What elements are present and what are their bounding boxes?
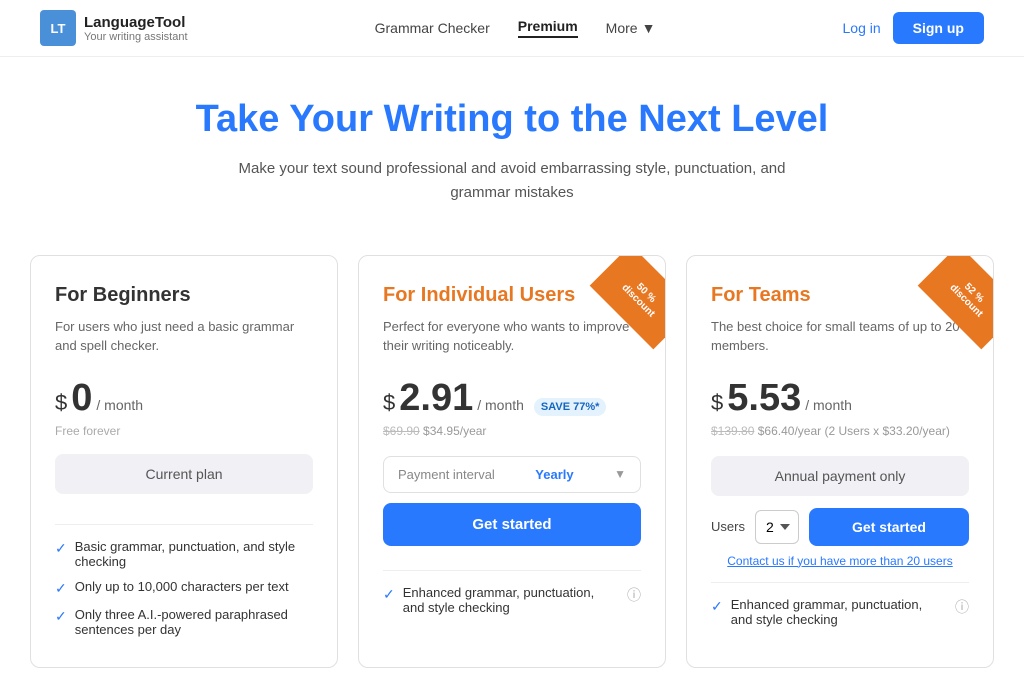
payment-interval-selector[interactable]: Payment interval Yearly ▼ xyxy=(383,456,641,493)
hero-subtitle: Make your text sound professional and av… xyxy=(222,157,802,205)
users-row: Users 2 3 4 5 Get started xyxy=(711,508,969,546)
price-old-individual: $69.90 xyxy=(383,424,420,438)
nav-more[interactable]: More ▼ xyxy=(606,20,656,36)
card-individual-desc: Perfect for everyone who wants to improv… xyxy=(383,317,641,359)
chevron-down-icon: ▼ xyxy=(614,467,626,481)
features-teams: ✓ Enhanced grammar, punctuation, and sty… xyxy=(711,597,969,627)
logo-name: LanguageTool xyxy=(84,14,188,31)
card-teams: 52 % discount For Teams The best choice … xyxy=(686,255,994,668)
info-icon[interactable]: ⓘ xyxy=(627,585,641,605)
feature-text: Basic grammar, punctuation, and style ch… xyxy=(75,539,313,569)
price-amount-beginners: 0 xyxy=(71,377,92,420)
features-individual: ✓ Enhanced grammar, punctuation, and sty… xyxy=(383,585,641,615)
card-beginners-title: For Beginners xyxy=(55,284,313,307)
check-icon: ✓ xyxy=(383,586,395,603)
hero-title: Take Your Writing to the Next Level xyxy=(20,97,1004,143)
price-sub-beginners: Free forever xyxy=(55,424,313,438)
nav-grammar-checker[interactable]: Grammar Checker xyxy=(375,20,490,36)
users-select[interactable]: 2 3 4 5 xyxy=(755,510,799,544)
get-started-teams-button[interactable]: Get started xyxy=(809,508,969,546)
divider xyxy=(55,524,313,525)
features-beginners: ✓ Basic grammar, punctuation, and style … xyxy=(55,539,313,637)
price-sub-individual: $69.90 $34.95/year xyxy=(383,424,641,438)
card-beginners-desc: For users who just need a basic grammar … xyxy=(55,317,313,359)
logo-text: LanguageTool Your writing assistant xyxy=(84,14,188,43)
check-icon: ✓ xyxy=(55,580,67,597)
logo-icon: LT xyxy=(40,10,76,46)
feature-text: Enhanced grammar, punctuation, and style… xyxy=(403,585,619,615)
logo[interactable]: LT LanguageTool Your writing assistant xyxy=(40,10,188,46)
divider xyxy=(711,582,969,583)
price-amount-teams: 5.53 xyxy=(727,377,801,420)
feature-item: ✓ Basic grammar, punctuation, and style … xyxy=(55,539,313,569)
price-sub-teams: $139.80 $66.40/year (2 Users x $33.20/ye… xyxy=(711,424,969,438)
price-new-teams: $66.40/year xyxy=(758,424,821,438)
pricing-section: For Beginners For users who just need a … xyxy=(0,225,1024,698)
annual-only-button[interactable]: Annual payment only xyxy=(711,456,969,496)
feature-text: Only up to 10,000 characters per text xyxy=(75,579,289,594)
users-label: Users xyxy=(711,519,745,534)
price-badge-individual: SAVE 77%* xyxy=(534,398,607,416)
nav-actions: Log in Sign up xyxy=(843,12,984,44)
current-plan-button[interactable]: Current plan xyxy=(55,454,313,494)
price-per-teams: / month xyxy=(805,397,852,413)
divider xyxy=(383,570,641,571)
feature-item: ✓ Enhanced grammar, punctuation, and sty… xyxy=(711,597,969,627)
price-row-individual: $ 2.91 / month SAVE 77%* xyxy=(383,377,641,420)
price-new-individual: $34.95/year xyxy=(423,424,486,438)
card-individual: 50 % discount For Individual Users Perfe… xyxy=(358,255,666,668)
price-detail-teams: (2 Users x $33.20/year) xyxy=(824,424,949,438)
card-teams-desc: The best choice for small teams of up to… xyxy=(711,317,969,359)
price-dollar-individual: $ xyxy=(383,390,395,416)
price-per-individual: / month xyxy=(477,397,524,413)
info-icon[interactable]: ⓘ xyxy=(955,597,969,617)
payment-interval-label: Payment interval xyxy=(398,467,495,482)
login-button[interactable]: Log in xyxy=(843,20,881,36)
feature-item: ✓ Only up to 10,000 characters per text xyxy=(55,579,313,597)
price-row-teams: $ 5.53 / month xyxy=(711,377,969,420)
signup-button[interactable]: Sign up xyxy=(893,12,984,44)
check-icon: ✓ xyxy=(711,598,723,615)
payment-interval-value: Yearly xyxy=(535,467,573,482)
price-old-teams: $139.80 xyxy=(711,424,754,438)
check-icon: ✓ xyxy=(55,540,67,557)
hero-section: Take Your Writing to the Next Level Make… xyxy=(0,57,1024,225)
card-beginners: For Beginners For users who just need a … xyxy=(30,255,338,668)
header: LT LanguageTool Your writing assistant G… xyxy=(0,0,1024,57)
price-dollar-teams: $ xyxy=(711,390,723,416)
price-dollar-beginners: $ xyxy=(55,390,67,416)
price-row-beginners: $ 0 / month xyxy=(55,377,313,420)
price-per-beginners: / month xyxy=(96,397,143,413)
feature-item: ✓ Enhanced grammar, punctuation, and sty… xyxy=(383,585,641,615)
contact-link[interactable]: Contact us if you have more than 20 user… xyxy=(711,554,969,568)
nav-premium[interactable]: Premium xyxy=(518,18,578,38)
feature-item: ✓ Only three A.I.-powered paraphrased se… xyxy=(55,607,313,637)
feature-text: Only three A.I.-powered paraphrased sent… xyxy=(75,607,313,637)
price-amount-individual: 2.91 xyxy=(399,377,473,420)
check-icon: ✓ xyxy=(55,608,67,625)
feature-text: Enhanced grammar, punctuation, and style… xyxy=(731,597,947,627)
main-nav: Grammar Checker Premium More ▼ xyxy=(375,18,656,38)
chevron-down-icon: ▼ xyxy=(642,20,656,36)
logo-sub: Your writing assistant xyxy=(84,31,188,43)
get-started-individual-button[interactable]: Get started xyxy=(383,503,641,546)
